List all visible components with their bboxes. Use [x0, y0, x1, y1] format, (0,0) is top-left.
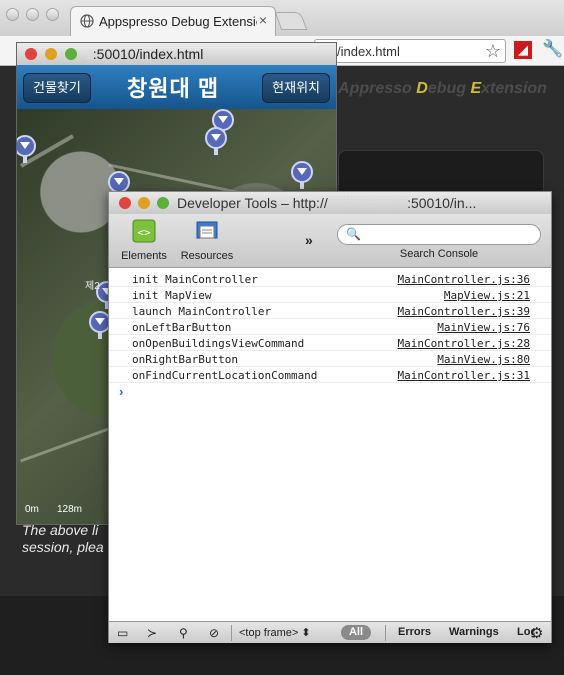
extension-icon[interactable]: ◢: [514, 41, 532, 59]
log-source-link[interactable]: MainView.js:76: [437, 321, 530, 334]
tab-close-icon[interactable]: ×: [259, 12, 267, 28]
console-row: onLeftBarButton MainView.js:76: [109, 319, 551, 335]
globe-icon: [80, 14, 94, 28]
devtools-title: Developer Tools – http://░░░░░░░░:50010/…: [177, 195, 476, 211]
resources-icon: [196, 221, 218, 239]
console-row: launch MainController MainController.js:…: [109, 303, 551, 319]
console-row: init MainController MainController.js:36: [109, 271, 551, 287]
devtools-titlebar: Developer Tools – http://░░░░░░░░:50010/…: [109, 192, 551, 214]
divider: [385, 625, 386, 641]
new-tab-button[interactable]: [274, 12, 308, 30]
mobile-url: 1:50010/index.html: [85, 46, 203, 62]
log-message: init MapView: [132, 289, 212, 302]
console-row: onRightBarButton MainView.js:80: [109, 351, 551, 367]
divider: [231, 625, 232, 641]
find-building-button[interactable]: 건물찾기: [23, 73, 91, 103]
devtools-statusbar: ▭ ≻ ⚲ ⊘ <top frame> ⬍ All Errors Warning…: [109, 621, 551, 643]
current-location-button[interactable]: 현재위치: [262, 73, 330, 103]
brand-part: ebug: [427, 80, 471, 97]
title-blur: ░░░░░░░░: [327, 195, 408, 211]
map-pin-icon[interactable]: [17, 135, 36, 163]
close-icon[interactable]: [25, 48, 37, 60]
url-blurred: 1: [85, 46, 93, 62]
search-icon[interactable]: ⚲: [179, 626, 188, 640]
log-message: init MainController: [132, 273, 258, 286]
appspresso-brand: Appresso Debug Extension: [338, 80, 547, 98]
filter-errors-button[interactable]: Errors: [398, 626, 431, 638]
dock-icon[interactable]: ▭: [117, 626, 128, 640]
brand-part: E: [470, 80, 482, 97]
log-message: onLeftBarButton: [132, 321, 232, 334]
url-text: :50010/index.html: [92, 46, 204, 62]
brand-part: D: [416, 80, 428, 97]
map-scale-start: 0m: [25, 504, 39, 515]
more-panels-icon[interactable]: »: [305, 232, 313, 248]
map-pin-icon[interactable]: [205, 127, 227, 155]
close-window-button[interactable]: [6, 8, 19, 21]
console-row: init MapView MapView.js:21: [109, 287, 551, 303]
console-output[interactable]: init MainController MainController.js:36…: [109, 269, 551, 621]
gear-icon[interactable]: ⚙: [530, 624, 543, 642]
minimize-window-button[interactable]: [26, 8, 39, 21]
log-source-link[interactable]: MainController.js:36: [398, 273, 530, 286]
filter-warnings-button[interactable]: Warnings: [449, 626, 499, 638]
console-toggle-icon[interactable]: ≻: [147, 626, 157, 640]
log-message: onOpenBuildingsViewCommand: [132, 337, 305, 350]
search-console-input[interactable]: 🔍: [337, 224, 541, 245]
brand-part: xtension: [481, 80, 547, 97]
frame-label: <top frame>: [239, 627, 299, 639]
map-scale-end: 128m: [57, 504, 83, 515]
frame-arrow-icon: ⬍: [301, 627, 311, 639]
filter-all-button[interactable]: All: [341, 625, 371, 640]
title-tail: :50010/in...: [407, 195, 477, 211]
address-text: /index.html: [337, 44, 400, 59]
close-icon[interactable]: [119, 197, 131, 209]
title-text: Developer Tools – http://: [177, 195, 328, 211]
console-prompt[interactable]: ›: [119, 384, 123, 399]
log-message: onFindCurrentLocationCommand: [132, 369, 318, 382]
minimize-icon[interactable]: [138, 197, 150, 209]
elements-panel-button[interactable]: <> Elements: [119, 218, 169, 262]
description-text: The above li session, plea: [22, 522, 104, 555]
log-source-link[interactable]: MapView.js:21: [444, 289, 530, 302]
search-console-label: Search Console: [399, 248, 479, 260]
address-bar[interactable]: /index.html ☆: [314, 39, 506, 63]
console-row: onOpenBuildingsViewCommand MainControlle…: [109, 335, 551, 351]
resources-panel-button[interactable]: Resources: [177, 218, 237, 262]
log-message: onRightBarButton: [132, 353, 238, 366]
log-source-link[interactable]: MainController.js:28: [398, 337, 530, 350]
elements-label: Elements: [121, 250, 167, 262]
app-title: 창원대 맵: [127, 76, 220, 101]
app-header: 건물찾기 창원대 맵 현재위치: [17, 65, 336, 109]
svg-text:<>: <>: [137, 226, 151, 239]
star-icon[interactable]: ☆: [485, 41, 501, 62]
map-pin-icon[interactable]: [291, 161, 313, 189]
log-message: launch MainController: [132, 305, 272, 318]
zoom-icon[interactable]: [157, 197, 169, 209]
zoom-icon[interactable]: [65, 48, 77, 60]
tab-title: Appspresso Debug Extension: [99, 14, 257, 29]
log-source-link[interactable]: MainController.js:39: [398, 305, 530, 318]
elements-icon: <>: [132, 219, 156, 243]
resources-label: Resources: [180, 250, 234, 262]
log-source-link[interactable]: MainController.js:31: [398, 369, 530, 382]
clear-console-icon[interactable]: ⊘: [209, 626, 219, 640]
browser-tab[interactable]: Appspresso Debug Extension ×: [70, 6, 276, 36]
brand-part: ppresso: [349, 80, 417, 97]
mobile-titlebar: 1:50010/index.html: [17, 43, 336, 65]
developer-tools-window: Developer Tools – http://░░░░░░░░:50010/…: [108, 191, 552, 643]
search-icon: 🔍: [346, 227, 361, 241]
devtools-toolbar: <> Elements Resources » 🔍 Search Console: [109, 214, 551, 268]
wrench-icon[interactable]: 🔧: [542, 39, 563, 59]
console-row: onFindCurrentLocationCommand MainControl…: [109, 367, 551, 383]
minimize-icon[interactable]: [45, 48, 57, 60]
browser-tabstrip: Appspresso Debug Extension ×: [0, 0, 564, 36]
map-label: 제2: [85, 281, 100, 292]
zoom-window-button[interactable]: [46, 8, 59, 21]
frame-selector[interactable]: <top frame> ⬍: [239, 626, 311, 639]
log-source-link[interactable]: MainView.js:80: [437, 353, 530, 366]
brand-part: A: [338, 80, 350, 97]
